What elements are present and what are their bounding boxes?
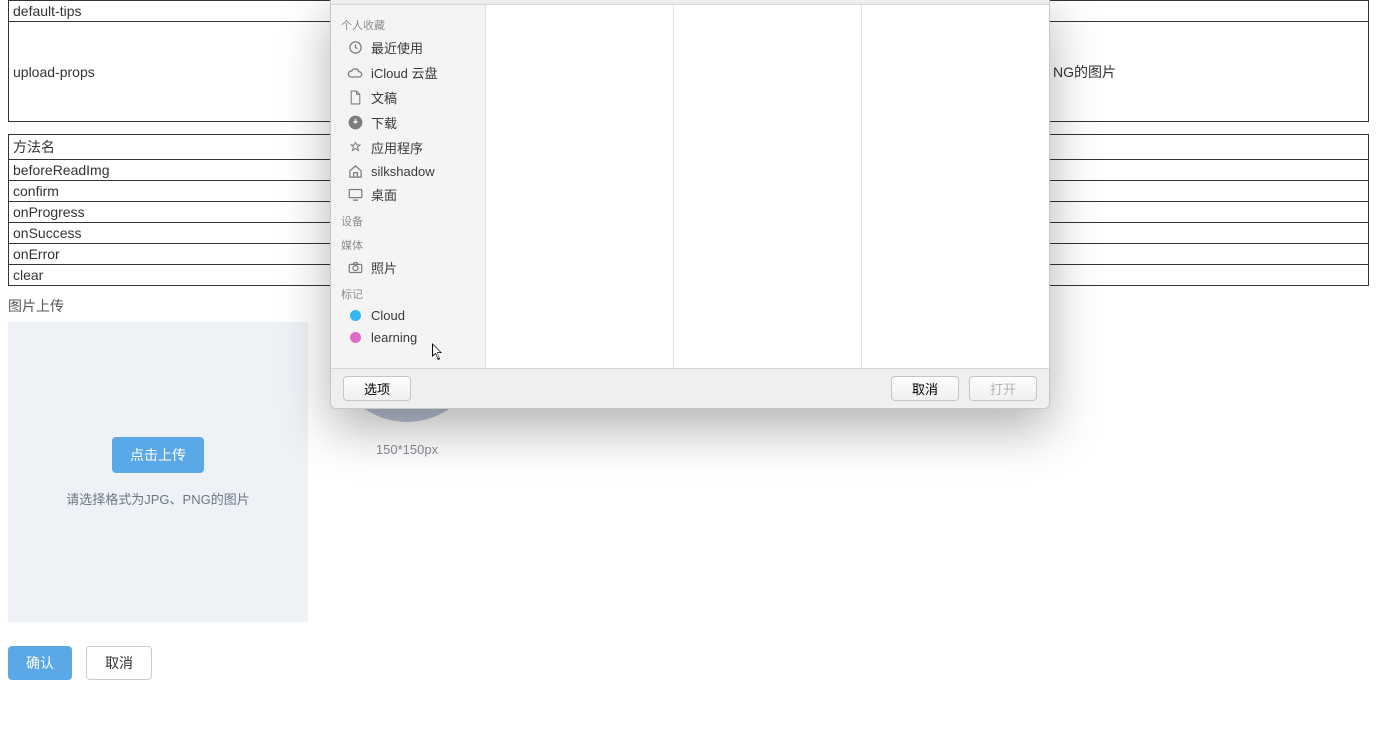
picker-file-column[interactable] <box>862 5 1049 368</box>
sidebar-item-photos[interactable]: 照片 <box>331 255 485 280</box>
sidebar-item-label: 下载 <box>371 113 397 132</box>
preview-size-label: 150*150px <box>376 442 438 457</box>
home-icon <box>347 163 363 179</box>
desktop-icon <box>347 187 363 203</box>
sidebar-item-label: 应用程序 <box>371 138 423 157</box>
tag-dot-icon <box>347 329 363 345</box>
apps-icon <box>347 140 363 156</box>
sidebar-item-applications[interactable]: 应用程序 <box>331 135 485 160</box>
doc-icon <box>347 90 363 106</box>
cell <box>1049 1 1369 22</box>
sidebar-item-documents[interactable]: 文稿 <box>331 85 485 110</box>
cell <box>1049 135 1369 160</box>
confirm-button[interactable]: 确认 <box>8 646 72 680</box>
upload-dropzone[interactable]: 点击上传 请选择格式为JPG、PNG的图片 <box>8 322 308 622</box>
sidebar-item-label: iCloud 云盘 <box>371 63 437 82</box>
picker-file-column[interactable] <box>486 5 674 368</box>
sidebar-item-label: Cloud <box>371 308 405 323</box>
upload-button[interactable]: 点击上传 <box>112 437 204 473</box>
picker-sidebar: 个人收藏 最近使用 iCloud 云盘 文稿 下载 应用程序 <box>331 5 486 368</box>
sidebar-item-label: learning <box>371 330 417 345</box>
sidebar-item-recents[interactable]: 最近使用 <box>331 35 485 60</box>
picker-file-columns[interactable] <box>486 5 1049 368</box>
sidebar-item-icloud[interactable]: iCloud 云盘 <box>331 60 485 85</box>
sidebar-item-downloads[interactable]: 下载 <box>331 110 485 135</box>
sidebar-item-desktop[interactable]: 桌面 <box>331 182 485 207</box>
upload-hint: 请选择格式为JPG、PNG的图片 <box>66 489 249 508</box>
sidebar-item-label: 桌面 <box>371 185 397 204</box>
sidebar-item-label: silkshadow <box>371 164 435 179</box>
sidebar-header-media: 媒体 <box>331 231 485 255</box>
picker-file-column[interactable] <box>674 5 862 368</box>
sidebar-tag-cloud[interactable]: Cloud <box>331 304 485 326</box>
camera-icon <box>347 260 363 276</box>
cancel-button[interactable]: 取消 <box>86 646 152 680</box>
picker-options-button[interactable]: 选项 <box>343 376 411 401</box>
download-icon <box>347 115 363 131</box>
picker-open-button[interactable]: 打开 <box>969 376 1037 401</box>
cell: NG的图片 <box>1049 22 1369 122</box>
clock-icon <box>347 40 363 56</box>
icloud-icon <box>347 65 363 81</box>
sidebar-header-favorites: 个人收藏 <box>331 11 485 35</box>
sidebar-tag-learning[interactable]: learning <box>331 326 485 348</box>
sidebar-item-label: 文稿 <box>371 88 397 107</box>
sidebar-header-devices: 设备 <box>331 207 485 231</box>
file-picker-dialog: 个人收藏 最近使用 iCloud 云盘 文稿 下载 应用程序 <box>330 0 1050 409</box>
sidebar-item-label: 最近使用 <box>371 38 423 57</box>
picker-cancel-button[interactable]: 取消 <box>891 376 959 401</box>
sidebar-header-tags: 标记 <box>331 280 485 304</box>
sidebar-item-label: 照片 <box>371 258 397 277</box>
tag-dot-icon <box>347 307 363 323</box>
sidebar-item-home[interactable]: silkshadow <box>331 160 485 182</box>
